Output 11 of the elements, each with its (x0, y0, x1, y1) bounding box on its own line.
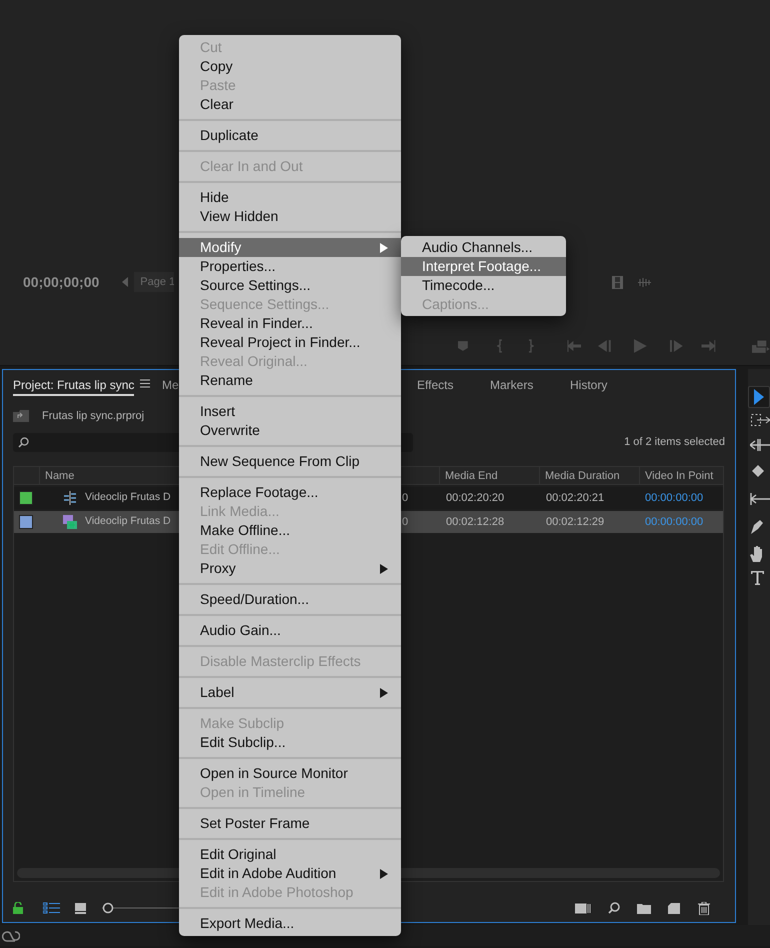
table-cell-text: 00:02:20:20 (445, 490, 506, 506)
table-cell-text: Videoclip Frutas D (85, 490, 171, 506)
table-cell-text: Videoclip Frutas D (85, 514, 171, 530)
project-file-name: Frutas lip sync.prproj (42, 408, 144, 424)
table-cell-text: 00:02:20:21 (545, 490, 606, 506)
table-cell-text: 00:02:12:28 (445, 514, 506, 530)
selection-status: 1 of 2 items selected (624, 435, 725, 450)
table-cell-text: 00:02:12:29 (545, 514, 606, 530)
table-cell-text: 0 (401, 490, 410, 506)
table-cell-text: 0 (401, 514, 410, 530)
timecode: 00;00;00;00 (23, 272, 100, 292)
